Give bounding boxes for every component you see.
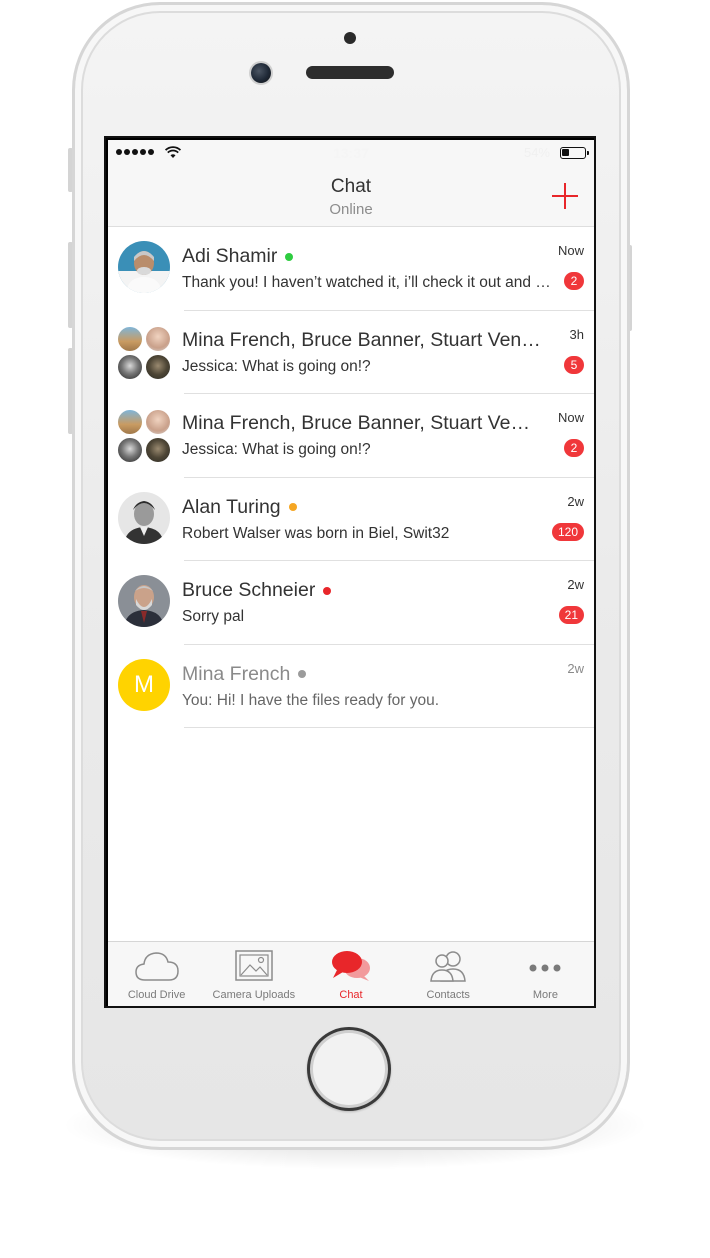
divider	[184, 727, 594, 728]
cloud-icon	[134, 952, 179, 981]
unread-badge: 5	[564, 355, 584, 374]
avatar	[118, 491, 170, 544]
group-avatar	[118, 410, 172, 464]
chat-name: Mina French, Bruce Banner, Stuart Vengea…	[182, 412, 540, 434]
chat-preview: Jessica: What is going on!?	[182, 441, 371, 458]
chat-list: Adi Shamir Thank you! I haven’t watched …	[108, 227, 594, 728]
phone-screen: 13:37 54% Chat Online Adi Shamir Thank y…	[104, 136, 596, 1008]
connection-status: Online	[329, 201, 373, 218]
unread-badge: 21	[558, 606, 584, 624]
home-button[interactable]	[307, 1027, 391, 1111]
chat-timestamp: Now	[557, 410, 584, 425]
avatar	[118, 241, 170, 293]
tab-label: Contacts	[426, 989, 470, 1001]
avatar	[118, 575, 170, 627]
chat-name: Bruce Schneier	[182, 579, 316, 601]
chat-preview: Thank you! I haven’t watched it, i’ll ch…	[182, 274, 552, 291]
contacts-icon	[430, 951, 467, 982]
tab-label: Camera Uploads	[212, 989, 296, 1001]
chat-name: Mina French	[182, 662, 291, 685]
chat-name: Mina French, Bruce Banner, Stuart Vengea…	[182, 328, 550, 351]
chat-timestamp: 3h	[569, 326, 584, 342]
chat-bubbles-icon	[332, 951, 370, 981]
chat-name: Alan Turing	[182, 495, 281, 518]
unread-badge: 2	[564, 272, 584, 290]
chat-name: Adi Shamir	[182, 245, 278, 267]
online-status-dot	[285, 252, 294, 261]
busy-status-dot	[323, 586, 332, 595]
more-dots-icon	[529, 964, 561, 972]
new-chat-button[interactable]	[552, 183, 578, 209]
tab-cloud-drive[interactable]: Cloud Drive	[108, 942, 205, 1006]
status-bar: 13:37 54%	[108, 140, 594, 166]
chat-list-item[interactable]: Mina French, Bruce Banner, Stuart Vengea…	[108, 394, 594, 478]
unread-badge: 2	[564, 439, 584, 457]
group-avatar	[118, 326, 172, 381]
chat-list-item[interactable]: Alan Turing Robert Walser was born in Bi…	[108, 478, 594, 561]
page-title: Chat	[330, 176, 372, 197]
earpiece-speaker	[306, 66, 394, 79]
app-screen: 13:37 54% Chat Online Adi Shamir Thank y…	[108, 140, 594, 1006]
proximity-sensor	[344, 32, 356, 44]
tab-chat[interactable]: Chat	[302, 942, 399, 1006]
status-time: 13:37	[333, 145, 369, 161]
chat-timestamp: 2w	[567, 577, 584, 592]
chat-list-item[interactable]: M Mina French You: Hi! I have the files …	[108, 645, 594, 728]
chat-preview: Sorry pal	[182, 608, 245, 625]
tab-camera-uploads[interactable]: Camera Uploads	[205, 942, 302, 1006]
chat-list-item[interactable]: Mina French, Bruce Banner, Stuart Vengea…	[108, 311, 594, 394]
offline-status-dot	[298, 670, 307, 678]
tab-label: More	[532, 989, 558, 1001]
chat-timestamp: 2w	[567, 493, 584, 509]
chat-timestamp: Now	[557, 243, 584, 258]
chat-preview: Jessica: What is going on!?	[182, 357, 371, 375]
battery-percentage: 54%	[523, 145, 550, 160]
avatar: M	[118, 658, 170, 711]
front-camera-icon	[251, 63, 271, 83]
tab-bar: Cloud Drive Camera Uploads Chat Contacts…	[108, 941, 594, 1006]
tab-label: Chat	[339, 989, 363, 1001]
chat-timestamp: 2w	[567, 660, 584, 676]
chat-list-item[interactable]: Adi Shamir Thank you! I haven’t watched …	[108, 227, 594, 311]
chat-list-item[interactable]: Bruce Schneier Sorry pal 2w 21	[108, 561, 594, 645]
chat-preview: Robert Walser was born in Biel, Swit32	[182, 524, 450, 542]
tab-label: Cloud Drive	[127, 989, 186, 1001]
tab-contacts[interactable]: Contacts	[400, 942, 497, 1006]
tab-more[interactable]: More	[497, 942, 594, 1006]
nav-header: Chat Online	[108, 166, 594, 227]
image-icon	[235, 950, 273, 981]
chat-preview: You: Hi! I have the files ready for you.	[182, 691, 440, 709]
battery-icon	[560, 147, 589, 159]
unread-badge: 120	[551, 522, 584, 541]
away-status-dot	[288, 503, 297, 511]
